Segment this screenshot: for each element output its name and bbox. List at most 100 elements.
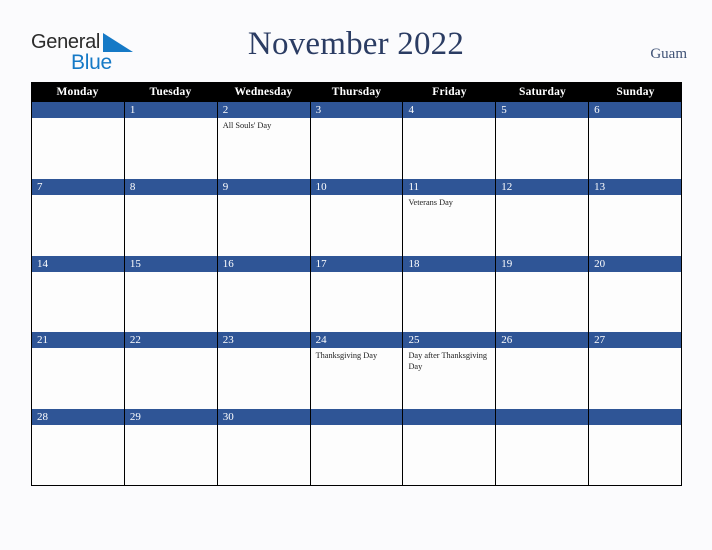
day-cell-empty	[589, 409, 683, 485]
day-number: 19	[496, 255, 589, 272]
day-number: 30	[217, 409, 310, 426]
day-cell-21[interactable]: 21	[32, 332, 125, 410]
day-number: 2	[217, 102, 310, 118]
event-label: Veterans Day	[408, 197, 453, 207]
day-number	[32, 102, 124, 118]
day-cell-1[interactable]: 1	[124, 102, 218, 179]
day-body	[403, 425, 495, 485]
day-cell-2[interactable]: 2 All Souls' Day	[217, 102, 311, 179]
day-cell-29[interactable]: 29	[124, 409, 218, 485]
day-cell-20[interactable]: 20	[589, 255, 683, 333]
day-number: 15	[124, 255, 217, 272]
day-cell-4[interactable]: 4	[403, 102, 497, 179]
day-number: 4	[403, 102, 496, 118]
day-body	[32, 118, 124, 179]
day-body	[589, 118, 681, 179]
day-body	[496, 348, 588, 409]
day-cell-9[interactable]: 9	[217, 178, 311, 256]
day-body: Day after Thanksgiving Day	[403, 348, 495, 409]
day-body: Veterans Day	[403, 195, 495, 256]
day-body	[496, 272, 588, 333]
day-number: 10	[310, 178, 403, 195]
day-number: 7	[32, 178, 124, 195]
page-title: November 2022	[247, 26, 465, 62]
day-body	[32, 195, 124, 256]
day-cell-7[interactable]: 7	[32, 178, 125, 256]
calendar-week-row: 14 15 16 17 18 19 20	[31, 255, 683, 333]
day-cell-22[interactable]: 22	[124, 332, 218, 410]
day-body	[311, 195, 403, 256]
day-cell-11[interactable]: 11 Veterans Day	[403, 178, 497, 256]
day-cell-14[interactable]: 14	[32, 255, 125, 333]
calendar-week-row: 1 2 All Souls' Day 3 4 5 6	[31, 102, 683, 179]
calendar-week-row: 21 22 23 24 Thanksgiving Day 25 Day after Than…	[31, 332, 683, 410]
day-body	[589, 348, 681, 409]
day-body	[125, 425, 217, 485]
day-cell-16[interactable]: 16	[217, 255, 311, 333]
day-number: 14	[32, 255, 124, 272]
day-cell-12[interactable]: 12	[496, 178, 590, 256]
day-body	[218, 425, 310, 485]
weekday-header-row: Monday Tuesday Wednesday Thursday Friday Satu…	[31, 82, 682, 102]
day-cell-26[interactable]: 26	[496, 332, 590, 410]
day-number: 22	[124, 332, 217, 349]
day-body	[32, 348, 124, 409]
day-cell-18[interactable]: 18	[403, 255, 497, 333]
day-cell-8[interactable]: 8	[124, 178, 218, 256]
weekday-header-monday: Monday	[56, 86, 99, 98]
day-body	[403, 118, 495, 179]
day-cell-24[interactable]: 24 Thanksgiving Day	[310, 332, 404, 410]
day-number: 27	[589, 332, 682, 349]
day-cell-28[interactable]: 28	[32, 409, 125, 485]
day-cell-10[interactable]: 10	[310, 178, 404, 256]
day-cell-25[interactable]: 25 Day after Thanksgiving Day	[403, 332, 497, 410]
day-cell-empty	[403, 409, 497, 485]
day-number: 23	[217, 332, 310, 349]
day-number	[310, 409, 403, 426]
day-body	[496, 118, 588, 179]
day-cell-empty	[32, 102, 125, 179]
day-number: 29	[124, 409, 217, 426]
day-cell-19[interactable]: 19	[496, 255, 590, 333]
day-cell-15[interactable]: 15	[124, 255, 218, 333]
day-body	[589, 425, 681, 485]
day-cell-empty	[496, 409, 590, 485]
calendar-weeks: 1 2 All Souls' Day 3 4 5 6 7 8 9 10 11 Veterans Day 1…	[31, 102, 683, 486]
day-number: 13	[589, 178, 682, 195]
day-cell-5[interactable]: 5	[496, 102, 590, 179]
day-cell-13[interactable]: 13	[589, 178, 683, 256]
day-number	[589, 409, 682, 426]
day-cell-3[interactable]: 3	[310, 102, 404, 179]
calendar-week-row: 7 8 9 10 11 Veterans Day 12 13	[31, 178, 683, 256]
day-body	[589, 195, 681, 256]
day-number: 8	[124, 178, 217, 195]
weekday-header-sunday: Sunday	[616, 86, 655, 98]
day-number: 11	[403, 178, 496, 195]
day-number: 26	[496, 332, 589, 349]
day-cell-27[interactable]: 27	[589, 332, 683, 410]
day-number: 1	[124, 102, 217, 118]
day-body	[125, 272, 217, 333]
day-body	[403, 272, 495, 333]
day-number: 18	[403, 255, 496, 272]
page-header: General Blue November 2022 Guam	[0, 0, 712, 80]
day-number	[496, 409, 589, 426]
day-number: 25	[403, 332, 496, 349]
day-cell-17[interactable]: 17	[310, 255, 404, 333]
weekday-header-tuesday: Tuesday	[149, 86, 192, 98]
day-cell-empty	[310, 409, 404, 485]
day-cell-23[interactable]: 23	[217, 332, 311, 410]
day-body	[218, 348, 310, 409]
day-body	[125, 118, 217, 179]
day-cell-6[interactable]: 6	[589, 102, 683, 179]
day-number: 6	[589, 102, 682, 118]
day-cell-30[interactable]: 30	[217, 409, 311, 485]
day-body	[125, 195, 217, 256]
day-number: 17	[310, 255, 403, 272]
weekday-header-friday: Friday	[432, 86, 467, 98]
day-body	[311, 118, 403, 179]
weekday-header-saturday: Saturday	[519, 86, 566, 98]
locale-label: Guam	[650, 46, 687, 62]
day-number: 12	[496, 178, 589, 195]
day-body: All Souls' Day	[218, 118, 310, 179]
